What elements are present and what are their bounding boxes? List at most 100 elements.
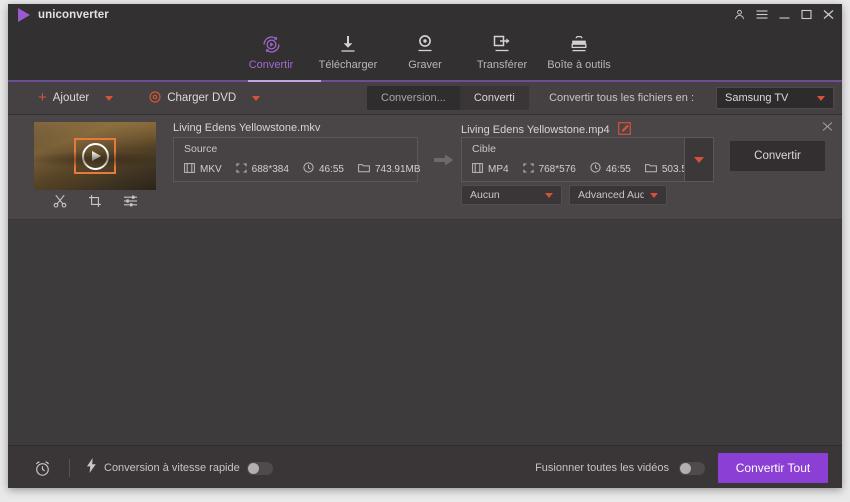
window-controls	[734, 9, 834, 20]
nav-label: Télécharger	[318, 59, 378, 71]
target-duration-value: 46:55	[605, 163, 631, 175]
crop-icon[interactable]	[88, 194, 102, 208]
divider	[69, 459, 70, 477]
disc-icon	[149, 90, 161, 106]
folder-icon	[644, 163, 657, 176]
merge-videos-group: Fusionner toutes les vidéos	[535, 461, 705, 475]
file-card: Living Edens Yellowstone.mkv Source MKV	[8, 115, 842, 220]
convert-all-to-label: Convertir tous les fichiers en :	[549, 92, 694, 104]
chevron-down-icon	[694, 156, 704, 163]
brand: uniconverter	[18, 8, 109, 22]
target-resolution: 768*576	[523, 162, 576, 176]
app-title: uniconverter	[38, 9, 109, 21]
source-size: 743.91MB	[358, 163, 421, 176]
load-dvd-button[interactable]: Charger DVD	[149, 90, 261, 106]
target-filename: Living Edens Yellowstone.mp4	[461, 124, 610, 136]
fast-conversion-toggle[interactable]	[246, 461, 273, 475]
tab-converting[interactable]: Conversion...	[367, 86, 460, 110]
output-preset-select[interactable]: Samsung TV	[716, 87, 834, 109]
add-file-button[interactable]: + Ajouter	[38, 89, 114, 106]
play-triangle-icon	[92, 151, 101, 161]
alarm-clock-icon[interactable]	[34, 460, 51, 477]
account-icon[interactable]	[734, 9, 745, 20]
target-info-row: MP4 768*576 46:55	[472, 162, 707, 176]
source-filename: Living Edens Yellowstone.mkv	[173, 122, 321, 134]
lightning-bolt-icon	[86, 458, 97, 478]
maximize-icon[interactable]	[801, 9, 812, 20]
download-icon	[338, 33, 358, 55]
resize-icon	[236, 162, 247, 176]
target-info-box: Cible MP4 768*576 46:55	[461, 137, 714, 182]
chevron-down-icon[interactable]	[252, 95, 261, 101]
source-box-title: Source	[184, 143, 218, 155]
nav-tab-telecharger[interactable]: Télécharger	[310, 30, 387, 71]
subtitle-select[interactable]: Aucun	[461, 185, 562, 205]
target-duration: 46:55	[590, 162, 631, 176]
trim-scissors-icon[interactable]	[53, 194, 67, 208]
convert-button[interactable]: Convertir	[730, 141, 825, 171]
source-format: MKV	[184, 162, 222, 176]
minimize-icon[interactable]	[779, 9, 790, 20]
source-duration: 46:55	[303, 162, 344, 176]
clock-icon	[303, 162, 314, 176]
nav-tab-transferer[interactable]: Transférer	[464, 30, 541, 71]
title-bar: uniconverter	[8, 4, 842, 30]
effects-sliders-icon[interactable]	[123, 194, 138, 208]
source-duration-value: 46:55	[318, 163, 344, 175]
add-file-label: Ajouter	[52, 92, 90, 104]
menu-icon[interactable]	[756, 9, 768, 20]
clock-icon	[590, 162, 601, 176]
target-resolution-value: 768*576	[538, 163, 576, 175]
application-window: uniconverter Convertir Télécharger Grave…	[0, 0, 850, 502]
bottom-bar: Conversion à vitesse rapide Fusionner to…	[8, 445, 842, 488]
source-size-value: 743.91MB	[374, 163, 421, 175]
merge-videos-toggle[interactable]	[679, 461, 705, 475]
fast-conversion-label: Conversion à vitesse rapide	[104, 462, 240, 474]
remove-file-icon[interactable]	[822, 121, 833, 132]
edit-filename-icon[interactable]	[617, 122, 631, 138]
close-icon[interactable]	[823, 9, 834, 20]
film-icon	[184, 162, 195, 176]
audio-value: Advanced Audi...	[578, 189, 644, 201]
target-box-title: Cible	[472, 143, 496, 155]
nav-tab-graver[interactable]: Graver	[387, 30, 464, 71]
convert-icon	[261, 33, 282, 55]
file-list-area: Living Edens Yellowstone.mkv Source MKV	[8, 115, 842, 445]
nav-label: Graver	[408, 59, 442, 71]
conversion-status-tabs: Conversion... Converti	[367, 86, 529, 110]
nav-label: Boîte à outils	[547, 59, 611, 71]
chevron-down-icon[interactable]	[105, 95, 114, 101]
load-dvd-label: Charger DVD	[167, 92, 237, 104]
plus-icon: +	[38, 89, 47, 106]
resize-icon	[523, 162, 534, 176]
file-toolbar: + Ajouter Charger DVD Conversion... Conv…	[8, 82, 842, 115]
output-preset-value: Samsung TV	[725, 92, 789, 104]
nav-tab-convertir[interactable]: Convertir	[233, 30, 310, 71]
source-resolution-value: 688*384	[251, 163, 289, 175]
convert-all-button[interactable]: Convertir Tout	[718, 453, 828, 483]
tab-converted[interactable]: Converti	[460, 86, 529, 110]
chevron-down-icon	[817, 95, 825, 101]
film-icon	[472, 162, 483, 176]
target-format: MP4	[472, 162, 509, 176]
fast-conversion-group: Conversion à vitesse rapide	[86, 458, 273, 478]
nav-tab-boite-a-outils[interactable]: Boîte à outils	[541, 30, 618, 71]
burn-disc-icon	[415, 33, 435, 55]
target-filename-row: Living Edens Yellowstone.mp4	[461, 122, 631, 138]
target-format-dropdown-button[interactable]	[684, 138, 713, 181]
thumbnail-tools	[34, 190, 156, 212]
main-navigation: Convertir Télécharger Graver Transférer …	[8, 30, 842, 82]
play-circle-icon	[81, 142, 109, 170]
uniconverter-window: uniconverter Convertir Télécharger Grave…	[8, 4, 842, 488]
chevron-down-icon	[545, 192, 553, 198]
toolbox-icon	[569, 33, 589, 55]
audio-select[interactable]: Advanced Audi...	[569, 185, 667, 205]
source-info-box: Source MKV 688*384 46:55 743.91MB	[173, 137, 421, 182]
play-button[interactable]	[74, 138, 116, 174]
nav-label: Transférer	[476, 59, 528, 71]
subtitle-value: Aucun	[470, 189, 500, 201]
video-thumbnail[interactable]	[34, 122, 156, 190]
toggle-knob	[247, 462, 259, 474]
transfer-icon	[492, 33, 512, 55]
chevron-down-icon	[650, 192, 658, 198]
